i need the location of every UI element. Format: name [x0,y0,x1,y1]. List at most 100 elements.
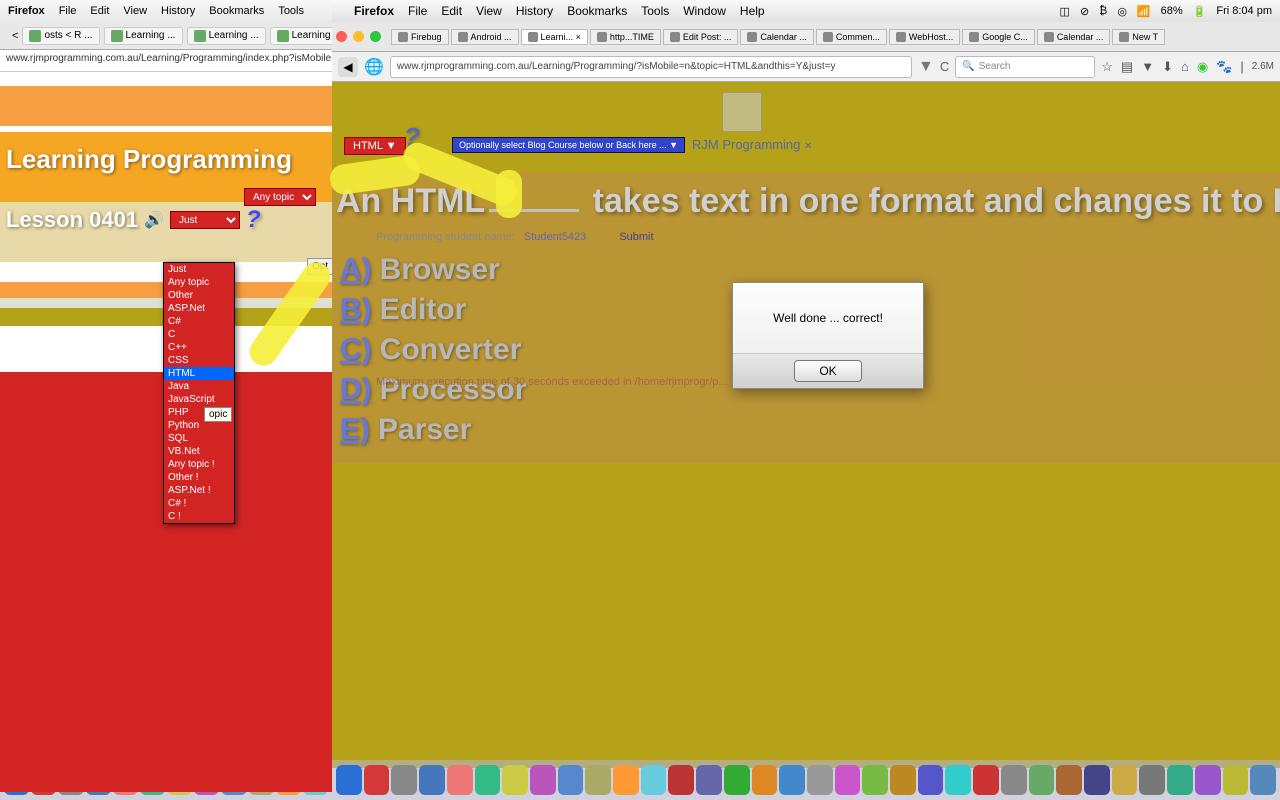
window-controls[interactable] [336,31,381,42]
menu-edit[interactable]: Edit [90,5,109,17]
pocket-icon[interactable]: ▼ [1141,59,1154,74]
browser-tab[interactable]: Firebug [391,29,449,45]
menu-bookmarks[interactable]: Bookmarks [209,5,264,17]
dropdown-item[interactable]: Any topic ! [164,458,234,471]
blog-course-select[interactable]: Optionally select Blog Course below or B… [452,137,685,153]
search-field[interactable]: 🔍 Search [955,56,1095,78]
reload-button[interactable]: C [940,59,949,74]
menu-window[interactable]: Window [683,4,726,18]
menu-view[interactable]: View [123,5,147,17]
dock-app-icon[interactable] [613,765,639,795]
topic-dropdown-open[interactable]: JustAny topicOtherASP.NetC#CC++CSSHTMLJa… [163,262,235,524]
menu-help[interactable]: Help [740,4,765,18]
dropdown-item[interactable]: C++ [164,341,234,354]
dropdown-item[interactable]: C [164,328,234,341]
dropdown-item[interactable]: C ! [164,510,234,523]
dock-app-icon[interactable] [752,765,778,795]
dock-app-icon[interactable] [336,765,362,795]
speaker-icon[interactable]: 🔊 [144,210,164,230]
help-icon[interactable]: ? [246,206,261,234]
browser-tab[interactable]: Learni... × [521,29,588,45]
dropdown-item[interactable]: Any topic [164,276,234,289]
just-select[interactable]: Just [170,211,240,229]
left-url-bar[interactable]: www.rjmprogramming.com.au/Learning/Progr… [0,50,332,72]
browser-tab[interactable]: Google C... [962,29,1035,45]
dock-app-icon[interactable] [1056,765,1082,795]
star-icon[interactable]: ☆ [1101,59,1113,75]
dropdown-item[interactable]: VB.Net [164,445,234,458]
browser-tab[interactable]: New T [1112,29,1165,45]
dock-app-icon[interactable] [641,765,667,795]
dock-app-icon[interactable] [890,765,916,795]
browser-tab[interactable]: WebHost... [889,29,960,45]
dock-app-icon[interactable] [502,765,528,795]
submit-button[interactable]: Submit [619,231,653,243]
dock-app-icon[interactable] [835,765,861,795]
answer-option[interactable]: E)Parser [340,413,1276,447]
dock-app-icon[interactable] [1112,765,1138,795]
menu-firefox[interactable]: Firefox [354,4,394,18]
left-tab-1[interactable]: Learning ... [104,27,183,45]
wifi-icon[interactable]: 📶 [1137,5,1151,18]
dropdown-item[interactable]: JavaScript [164,393,234,406]
dock-app-icon[interactable] [807,765,833,795]
menu-history[interactable]: History [161,5,195,17]
dropdown-item[interactable]: C# ! [164,497,234,510]
dock-app-icon[interactable] [918,765,944,795]
browser-tab[interactable]: Calendar ... [1037,29,1111,45]
browser-tab[interactable]: Calendar ... [740,29,814,45]
dock-app-icon[interactable] [447,765,473,795]
status-icon[interactable]: ⊘ [1080,5,1089,18]
dock-app-icon[interactable] [1250,765,1276,795]
dock-app-icon[interactable] [364,765,390,795]
dock-app-icon[interactable] [475,765,501,795]
back-button[interactable]: ◀ [338,57,358,77]
dropdown-item[interactable]: SQL [164,432,234,445]
dock-app-icon[interactable] [391,765,417,795]
dropdown-item[interactable]: Other ! [164,471,234,484]
dock-app-icon[interactable] [419,765,445,795]
ok-button[interactable]: OK [794,360,861,382]
dropdown-item[interactable]: HTML [164,367,234,380]
extension-icon[interactable]: 🐾 [1216,59,1232,75]
dock-app-icon[interactable] [1084,765,1110,795]
reader-icon[interactable]: ▤ [1121,59,1133,75]
download-icon[interactable]: ⬇ [1162,59,1173,75]
dropdown-item[interactable]: CSS [164,354,234,367]
right-dock[interactable] [332,760,1280,800]
menu-history[interactable]: History [516,4,553,18]
dock-app-icon[interactable] [724,765,750,795]
dropdown-item[interactable]: Java [164,380,234,393]
dock-app-icon[interactable] [1139,765,1165,795]
dock-app-icon[interactable] [1195,765,1221,795]
left-tab-0[interactable]: osts < R ... [22,27,99,45]
browser-tab[interactable]: Commen... [816,29,887,45]
dock-app-icon[interactable] [530,765,556,795]
battery-icon[interactable]: 🔋 [1193,5,1207,18]
status-icon[interactable]: ◎ [1117,5,1127,18]
dock-app-icon[interactable] [1223,765,1249,795]
tab-nav-left[interactable]: < [6,30,18,42]
any-topic-select[interactable]: Any topic [244,188,316,206]
menu-firefox[interactable]: Firefox [8,5,45,17]
dock-app-icon[interactable] [585,765,611,795]
addon-icon[interactable]: ◉ [1197,59,1208,75]
dock-app-icon[interactable] [1167,765,1193,795]
menu-file[interactable]: File [408,4,427,18]
dock-app-icon[interactable] [668,765,694,795]
dock-app-icon[interactable] [696,765,722,795]
dropdown-item[interactable]: C# [164,315,234,328]
menu-file[interactable]: File [59,5,77,17]
status-icon[interactable]: ₿ [1099,5,1107,17]
browser-tab[interactable]: http...TIME [590,29,661,45]
dock-app-icon[interactable] [945,765,971,795]
menu-edit[interactable]: Edit [441,4,462,18]
dock-app-icon[interactable] [1029,765,1055,795]
dropdown-item[interactable]: ASP.Net [164,302,234,315]
dock-app-icon[interactable] [973,765,999,795]
status-icon[interactable]: ◫ [1060,5,1070,18]
menu-view[interactable]: View [476,4,502,18]
menu-bookmarks[interactable]: Bookmarks [567,4,627,18]
close-icon[interactable] [336,31,347,42]
dock-app-icon[interactable] [558,765,584,795]
